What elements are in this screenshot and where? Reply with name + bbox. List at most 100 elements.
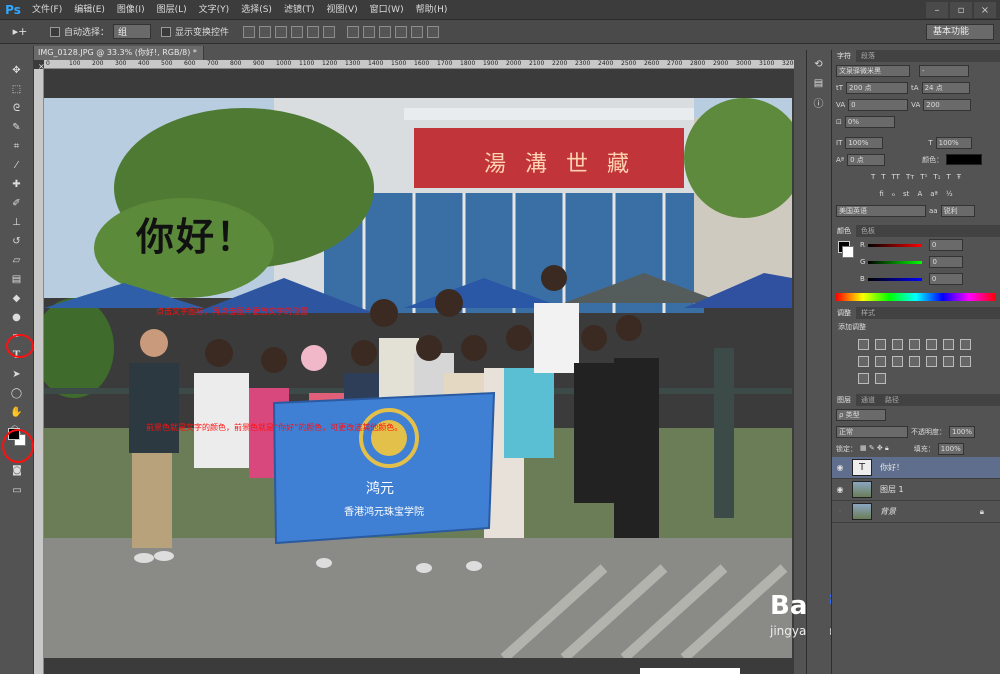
foreground-color-swatch[interactable] bbox=[8, 428, 20, 440]
color-bg-swatch[interactable] bbox=[842, 246, 854, 258]
fill-field[interactable]: 100% bbox=[937, 442, 964, 455]
faux-bold-icon[interactable]: T bbox=[871, 173, 875, 181]
levels-icon[interactable] bbox=[875, 339, 886, 350]
hand-tool-icon[interactable]: ✋ bbox=[8, 404, 26, 420]
text-color-swatch[interactable] bbox=[946, 154, 983, 165]
threshold-icon[interactable] bbox=[960, 356, 971, 367]
tab-color[interactable]: 颜色 bbox=[832, 225, 856, 237]
faux-italic-icon[interactable]: T bbox=[881, 173, 885, 181]
dodge-tool-icon[interactable]: ● bbox=[8, 309, 26, 325]
quick-mask-icon[interactable]: ◙ bbox=[8, 462, 26, 478]
color-balance-icon[interactable] bbox=[960, 339, 971, 350]
stamp-tool-icon[interactable]: ⊥ bbox=[8, 214, 26, 230]
menu-image[interactable]: 图像(I) bbox=[111, 0, 151, 20]
visibility-eye-icon[interactable]: ◉ bbox=[834, 485, 846, 494]
r-slider[interactable] bbox=[867, 243, 922, 247]
align-left-icon[interactable] bbox=[291, 25, 304, 38]
distribute-top-icon[interactable] bbox=[347, 25, 360, 38]
underline-icon[interactable]: T bbox=[946, 173, 950, 181]
lock-icons[interactable]: ▦ ✎ ✥ 🔒︎ bbox=[860, 444, 889, 453]
pen-tool-icon[interactable]: ✒ bbox=[8, 328, 26, 344]
hue-sat-icon[interactable] bbox=[943, 339, 954, 350]
show-transform-checkbox[interactable] bbox=[161, 26, 172, 37]
tracking-field[interactable]: 200 bbox=[923, 98, 972, 111]
baseline-field[interactable]: 0 点 bbox=[847, 153, 886, 166]
text-layer-nihao[interactable]: 你好！ bbox=[136, 206, 256, 261]
font-style-field[interactable]: - bbox=[919, 64, 969, 77]
align-top-icon[interactable] bbox=[243, 25, 256, 38]
g-value[interactable]: 0 bbox=[929, 256, 964, 268]
distribute-hcenter-icon[interactable] bbox=[411, 25, 424, 38]
color-spectrum-bar[interactable] bbox=[836, 293, 996, 301]
antialias-dropdown[interactable]: 锐利 bbox=[940, 204, 975, 217]
posterize-icon[interactable] bbox=[943, 356, 954, 367]
tab-layers[interactable]: 图层 bbox=[832, 394, 856, 406]
shape-tool-icon[interactable]: ◯ bbox=[8, 385, 26, 401]
marquee-tool-icon[interactable]: ⬚ bbox=[8, 81, 26, 97]
tab-paragraph[interactable]: 段落 bbox=[856, 50, 880, 62]
titling-icon[interactable]: A bbox=[917, 190, 922, 198]
tab-paths[interactable]: 路径 bbox=[880, 394, 904, 406]
g-slider[interactable] bbox=[868, 260, 923, 264]
vibrance-icon[interactable] bbox=[926, 339, 937, 350]
tab-character[interactable]: 字符 bbox=[832, 50, 856, 62]
subscript-icon[interactable]: T₁ bbox=[933, 173, 940, 181]
opacity-field[interactable]: 100% bbox=[949, 425, 975, 438]
blend-mode-dropdown[interactable]: 正常 bbox=[836, 425, 908, 438]
tab-swatches[interactable]: 色板 bbox=[856, 225, 880, 237]
tab-channels[interactable]: 通道 bbox=[856, 394, 880, 406]
layer-row-text[interactable]: ◉ T 你好！ bbox=[832, 457, 1000, 479]
distribute-right-icon[interactable] bbox=[427, 25, 440, 38]
stylistic-icon[interactable]: st bbox=[903, 190, 909, 198]
vertical-scale-field[interactable]: 100% bbox=[845, 136, 884, 149]
menu-edit[interactable]: 编辑(E) bbox=[68, 0, 111, 20]
small-caps-icon[interactable]: Tт bbox=[906, 173, 914, 181]
gradient-tool-icon[interactable]: ▤ bbox=[8, 271, 26, 287]
b-slider[interactable] bbox=[867, 277, 922, 281]
crop-tool-icon[interactable]: ⌗ bbox=[8, 138, 26, 154]
menu-view[interactable]: 视图(V) bbox=[320, 0, 363, 20]
strikethrough-icon[interactable]: Ŧ bbox=[957, 173, 961, 181]
leading-field[interactable]: 24 点 bbox=[921, 81, 970, 94]
exposure-icon[interactable] bbox=[909, 339, 920, 350]
swash-icon[interactable]: ℴ bbox=[892, 190, 895, 198]
blur-tool-icon[interactable]: ◆ bbox=[8, 290, 26, 306]
minimize-icon[interactable]: – bbox=[926, 2, 948, 18]
brightness-icon[interactable] bbox=[858, 339, 869, 350]
scale-field[interactable]: 0% bbox=[844, 115, 895, 128]
healing-tool-icon[interactable]: ✚ bbox=[8, 176, 26, 192]
properties-panel-icon[interactable]: ▤ bbox=[810, 75, 828, 91]
move-tool-icon[interactable]: ✥ bbox=[8, 62, 26, 78]
move-tool-preset-icon[interactable]: ▸+ bbox=[0, 25, 40, 38]
color-lookup-icon[interactable] bbox=[909, 356, 920, 367]
layer-row-background[interactable]: ◦ 背景 🔒︎ bbox=[832, 501, 1000, 523]
font-family-field[interactable]: 文泉驿微米黑 bbox=[836, 64, 910, 77]
path-select-tool-icon[interactable]: ➤ bbox=[8, 366, 26, 382]
superscript-icon[interactable]: T¹ bbox=[920, 173, 927, 181]
auto-select-dropdown[interactable]: 组 bbox=[113, 24, 152, 39]
curves-icon[interactable] bbox=[892, 339, 903, 350]
gradient-map-icon[interactable] bbox=[875, 373, 886, 384]
layer-filter-dropdown[interactable]: ρ 类型 bbox=[836, 408, 886, 421]
distribute-left-icon[interactable] bbox=[395, 25, 408, 38]
color-swatches[interactable] bbox=[8, 428, 28, 448]
ordinal-icon[interactable]: aª bbox=[930, 190, 938, 198]
r-value[interactable]: 0 bbox=[928, 239, 963, 251]
tab-styles[interactable]: 样式 bbox=[856, 307, 880, 319]
horizontal-scale-field[interactable]: 100% bbox=[935, 136, 972, 149]
font-size-field[interactable]: 200 点 bbox=[846, 81, 909, 94]
black-white-icon[interactable] bbox=[858, 356, 869, 367]
menu-type[interactable]: 文字(Y) bbox=[193, 0, 236, 20]
visibility-eye-icon[interactable]: ◉ bbox=[834, 463, 846, 472]
menu-help[interactable]: 帮助(H) bbox=[410, 0, 454, 20]
layer-row-image[interactable]: ◉ 图层 1 bbox=[832, 479, 1000, 501]
eraser-tool-icon[interactable]: ▱ bbox=[8, 252, 26, 268]
screen-mode-icon[interactable]: ▭ bbox=[8, 482, 26, 498]
distribute-vcenter-icon[interactable] bbox=[363, 25, 376, 38]
info-panel-icon[interactable]: ⓘ bbox=[810, 94, 828, 110]
canvas-photo[interactable]: 湯 溝 世 藏 你好！ 点击文字图标，再点击图片要放文字的位置 前景色就是文字的… bbox=[44, 98, 792, 658]
align-vcenter-icon[interactable] bbox=[259, 25, 272, 38]
workspace-dropdown[interactable]: 基本功能 bbox=[926, 24, 994, 40]
auto-select-checkbox[interactable] bbox=[50, 26, 60, 37]
selective-color-icon[interactable] bbox=[858, 373, 869, 384]
